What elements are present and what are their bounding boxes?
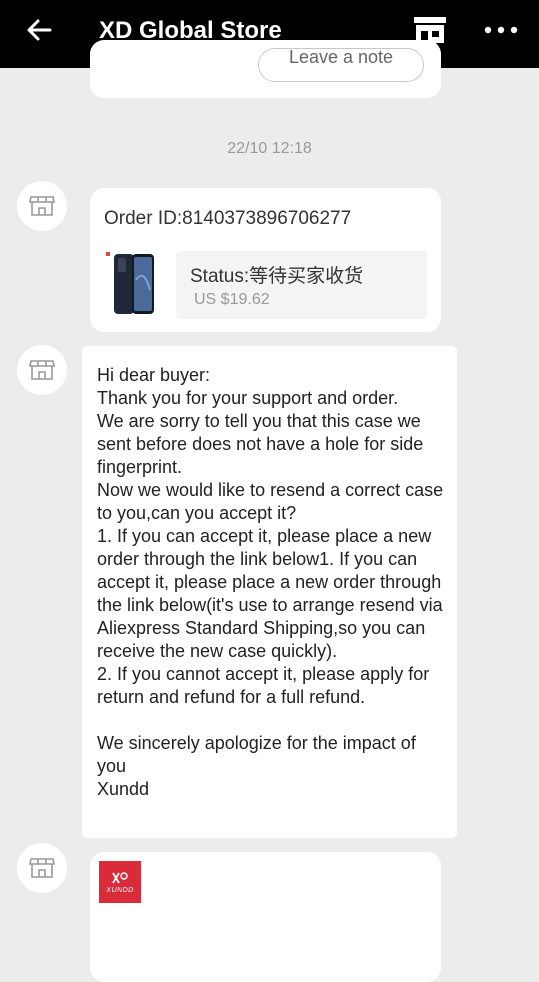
order-id: Order ID:8140373896706277 <box>104 208 352 229</box>
shop-icon <box>29 360 55 380</box>
message-text: Hi dear buyer: Thank you for your suppor… <box>97 365 444 799</box>
seller-avatar[interactable] <box>17 181 67 231</box>
order-status: Status:等待买家收货 <box>190 266 364 287</box>
arrow-left-icon <box>27 19 52 41</box>
xundd-logo: XUNDD <box>99 861 141 903</box>
order-note-card: Leave a note <box>90 40 441 98</box>
seller-avatar[interactable] <box>17 843 67 893</box>
order-price: US $19.62 <box>194 291 270 308</box>
order-status-box: Status:等待买家收货 US $19.62 <box>176 251 427 319</box>
image-message-card[interactable]: XUNDD <box>90 852 441 982</box>
more-horizontal-icon <box>484 26 518 34</box>
phone-case-icon <box>106 252 154 314</box>
message-timestamp: 22/10 12:18 <box>227 140 312 157</box>
brand-name: XUNDD <box>106 886 134 894</box>
seller-avatar[interactable] <box>17 345 67 395</box>
leave-note-button[interactable]: Leave a note <box>258 48 424 82</box>
shop-icon <box>29 196 55 216</box>
more-button[interactable] <box>482 14 522 54</box>
message-bubble: Hi dear buyer: Thank you for your suppor… <box>82 346 457 838</box>
back-button[interactable] <box>20 14 60 54</box>
product-thumbnail[interactable] <box>104 250 160 318</box>
brand-mark-icon <box>112 871 128 883</box>
order-card[interactable]: Order ID:8140373896706277 Status:等待买家收货 … <box>90 188 441 332</box>
shop-icon <box>29 858 55 878</box>
